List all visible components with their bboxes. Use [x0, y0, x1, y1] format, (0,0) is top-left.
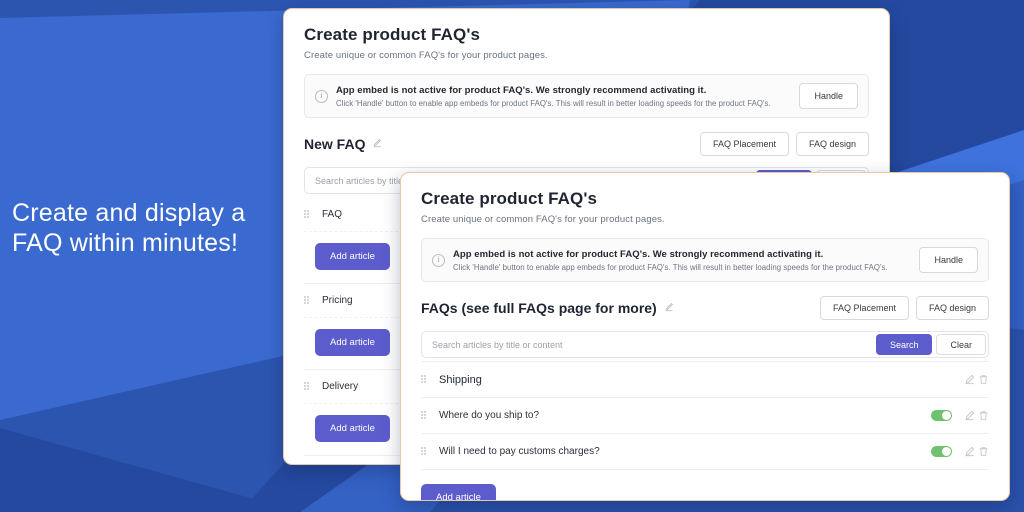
delete-icon[interactable]	[978, 374, 989, 385]
faq-heading-row: New FAQ FAQ Placement FAQ design	[304, 132, 869, 156]
faq-placement-button[interactable]: FAQ Placement	[819, 296, 909, 320]
clear-button[interactable]: Clear	[936, 334, 986, 355]
pencil-edit-icon[interactable]	[664, 299, 674, 317]
info-icon: i	[432, 253, 445, 267]
drag-handle-icon[interactable]	[421, 374, 428, 385]
handle-button[interactable]: Handle	[919, 247, 978, 273]
search-input[interactable]	[422, 332, 876, 357]
edit-icon[interactable]	[964, 374, 975, 385]
visibility-toggle[interactable]	[931, 446, 952, 457]
drag-handle-icon[interactable]	[304, 381, 311, 392]
add-article-button[interactable]: Add article	[421, 484, 496, 500]
info-icon: i	[315, 89, 328, 103]
banner-heading: App embed is not active for product FAQ'…	[336, 84, 707, 96]
page-subtitle: Create unique or common FAQ's for your p…	[304, 50, 548, 61]
faq-design-button[interactable]: FAQ design	[915, 296, 989, 320]
faq-heading: New FAQ	[304, 136, 366, 152]
add-article-button[interactable]: Add article	[315, 243, 390, 270]
faq-heading-row: FAQs (see full FAQs page for more) FAQ P…	[421, 296, 989, 320]
drag-handle-icon[interactable]	[421, 446, 428, 457]
edit-icon[interactable]	[964, 446, 975, 457]
drag-handle-icon[interactable]	[304, 209, 311, 220]
app-embed-banner: i App embed is not active for product FA…	[304, 74, 869, 118]
search-bar: Search Clear	[421, 331, 989, 358]
drag-handle-icon[interactable]	[304, 295, 311, 306]
faq-design-button[interactable]: FAQ design	[795, 132, 869, 156]
page-subtitle: Create unique or common FAQ's for your p…	[421, 214, 665, 225]
faq-article-list: Shipping Where do you ship to? Will I ne…	[421, 361, 989, 470]
list-item[interactable]: Will I need to pay customs charges?	[421, 434, 989, 470]
list-item-label: Where do you ship to?	[439, 410, 540, 421]
banner-heading: App embed is not active for product FAQ'…	[453, 248, 824, 260]
faq-group-label: Delivery	[322, 381, 359, 392]
faq-heading: FAQs (see full FAQs page for more)	[421, 300, 657, 316]
add-article-button[interactable]: Add article	[315, 415, 390, 442]
drag-handle-icon[interactable]	[421, 410, 428, 421]
list-item[interactable]: Shipping	[421, 361, 989, 398]
front-card: Create product FAQ's Create unique or co…	[400, 172, 1010, 501]
delete-icon[interactable]	[978, 446, 989, 457]
delete-icon[interactable]	[978, 410, 989, 421]
list-item[interactable]: Where do you ship to?	[421, 398, 989, 434]
edit-icon[interactable]	[964, 410, 975, 421]
toggle-placeholder	[931, 374, 952, 385]
app-embed-banner: i App embed is not active for product FA…	[421, 238, 989, 282]
handle-button[interactable]: Handle	[799, 83, 858, 109]
search-button[interactable]: Search	[875, 334, 933, 355]
pencil-edit-icon[interactable]	[372, 135, 382, 153]
page-title: Create product FAQ's	[421, 189, 598, 208]
faq-group-label: Pricing	[322, 295, 353, 306]
page-title: Create product FAQ's	[304, 25, 481, 44]
list-item-label: Shipping	[439, 373, 482, 386]
banner-body: Click 'Handle' button to enable app embe…	[336, 98, 771, 108]
visibility-toggle[interactable]	[931, 410, 952, 421]
tagline: Create and display a FAQ within minutes!	[12, 199, 246, 257]
banner-body: Click 'Handle' button to enable app embe…	[453, 262, 888, 272]
list-item-label: Will I need to pay customs charges?	[439, 446, 600, 457]
add-article-button[interactable]: Add article	[315, 329, 390, 356]
faq-placement-button[interactable]: FAQ Placement	[699, 132, 789, 156]
faq-group-label: FAQ	[322, 209, 343, 220]
